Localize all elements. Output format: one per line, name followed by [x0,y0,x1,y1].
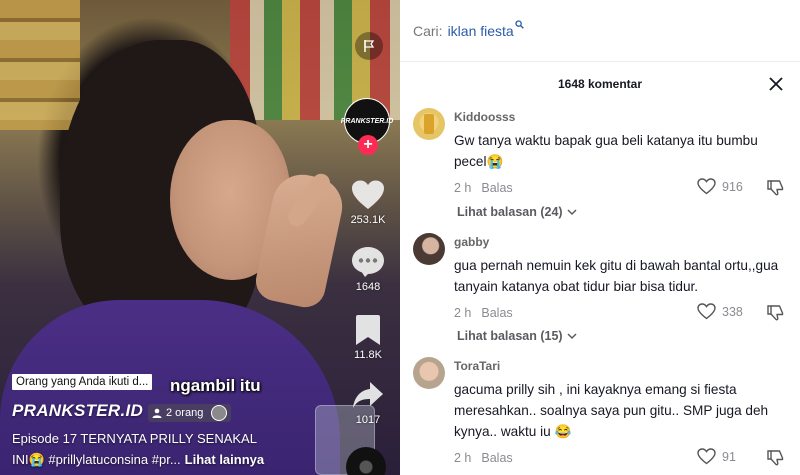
close-button[interactable] [766,74,786,94]
commenter-avatar[interactable] [413,108,445,140]
person-icon [152,408,162,418]
view-replies-button[interactable]: Lihat balasan (24) [457,205,577,219]
comment-count: 1648 [355,281,381,293]
author-name[interactable]: PRANKSTER.ID [12,401,143,421]
reply-button[interactable]: Balas [481,306,512,320]
flag-icon [364,40,375,52]
follow-button[interactable]: + [358,135,378,155]
thumbs-down-icon [767,180,784,196]
commenter-avatar[interactable] [413,233,445,265]
music-disc-icon[interactable] [346,447,386,475]
commenter-avatar[interactable] [413,357,445,389]
chevron-down-icon [567,332,577,339]
comment-like-button[interactable]: 91 [697,448,736,465]
friends-badge[interactable]: 2 orang [148,404,232,422]
thumbs-down-icon [767,450,784,466]
comment-text: gua pernah nemuin kek gitu di bawah bant… [454,258,779,294]
comment-text: Gw tanya waktu bapak gua beli katanya it… [454,133,758,169]
following-tag: Orang yang Anda ikuti d... [12,374,153,390]
view-replies-label: Lihat balasan (15) [457,329,563,343]
comment-like-button[interactable]: 338 [697,303,743,320]
friend-avatar [211,405,228,421]
like-count: 253.1K [350,214,386,226]
comment-like-count: 338 [722,304,743,319]
comment-like-button[interactable]: 916 [697,178,743,195]
comment-time: 2 h [454,181,472,195]
thumbs-down-icon [767,305,784,321]
comment-text: gacuma prilly sih , ini kayaknya emang s… [454,382,769,439]
comment-like-count: 91 [722,449,736,464]
reply-button[interactable]: Balas [481,181,512,195]
friends-count: 2 orang [166,407,204,419]
comment-like-count: 916 [722,179,743,194]
save-button[interactable]: 11.8K [340,313,396,361]
video-caption-line1: Episode 17 TERNYATA PRILLY SENAKAL [12,431,257,446]
commenter-username[interactable]: gabby [454,235,788,249]
search-label: Cari: [413,22,443,39]
heart-icon [352,180,384,209]
author-avatar[interactable]: PRANKSTER.ID + [341,98,393,155]
heart-outline-icon [697,178,716,195]
video-player[interactable]: PRANKSTER.ID + 253.1K 1648 11.8K 1017 Or… [0,0,400,475]
share-arrow-icon [353,382,383,408]
comment-dislike-button[interactable] [767,304,784,324]
comment-dislike-button[interactable] [767,179,784,199]
save-count: 11.8K [354,349,382,361]
video-caption-text: INI😭 #prillylatuconsina #pr... [12,452,181,467]
comments-header: 1648 komentar [400,62,800,106]
comments-panel: Cari: iklan fiesta 1648 komentar Kiddoos… [400,0,800,475]
comment-item: gabby gua pernah nemuin kek gitu di bawa… [413,233,788,325]
chevron-down-icon [567,208,577,215]
comment-button[interactable]: 1648 [340,245,396,293]
comment-time: 2 h [454,451,472,465]
search-icon [515,20,524,29]
share-button[interactable]: 1017 [340,378,396,426]
video-subtitle: ngambil itu [170,376,261,395]
close-icon [769,77,783,91]
share-count: 1017 [355,414,381,426]
commenter-username[interactable]: ToraTari [454,359,788,373]
see-more-link[interactable]: Lihat lainnya [185,452,264,467]
comment-bubble-icon [352,247,384,277]
search-suggestion[interactable]: Cari: iklan fiesta [400,0,800,62]
view-replies-button[interactable]: Lihat balasan (15) [457,329,577,343]
report-button[interactable] [355,32,383,60]
commenter-username[interactable]: Kiddoosss [454,110,788,124]
background-shelf [0,0,80,130]
heart-outline-icon [697,448,716,465]
video-caption-line2: INI😭 #prillylatuconsina #pr... Lihat lain… [12,452,264,468]
bookmark-icon [356,315,380,345]
reply-button[interactable]: Balas [481,451,512,465]
comments-count-title: 1648 komentar [557,77,643,91]
search-term-link[interactable]: iklan fiesta [448,23,514,39]
view-replies-label: Lihat balasan (24) [457,205,563,219]
like-button[interactable]: 253.1K [340,178,396,226]
comment-item: Kiddoosss Gw tanya waktu bapak gua beli … [413,108,788,200]
heart-outline-icon [697,303,716,320]
comment-item: ToraTari gacuma prilly sih , ini kayakny… [413,357,788,470]
comment-time: 2 h [454,306,472,320]
comment-dislike-button[interactable] [767,449,784,469]
